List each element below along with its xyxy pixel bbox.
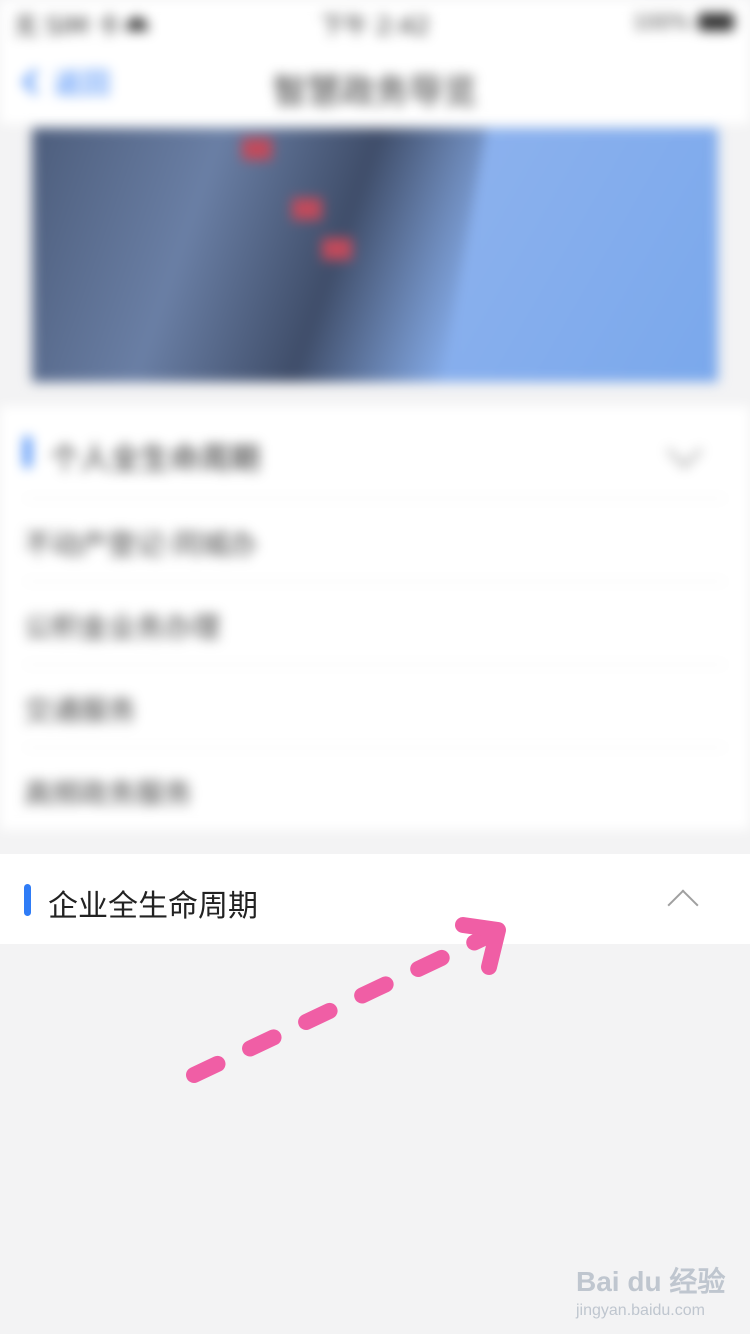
dashed-arrow-shaft (186, 927, 498, 1083)
annotation-arrow (186, 917, 506, 1083)
baidu-watermark: Bai du 经验 jingyan.baidu.com (576, 1260, 726, 1320)
watermark-brand: Bai du 经验 (576, 1266, 726, 1297)
watermark-url: jingyan.baidu.com (576, 1302, 705, 1319)
